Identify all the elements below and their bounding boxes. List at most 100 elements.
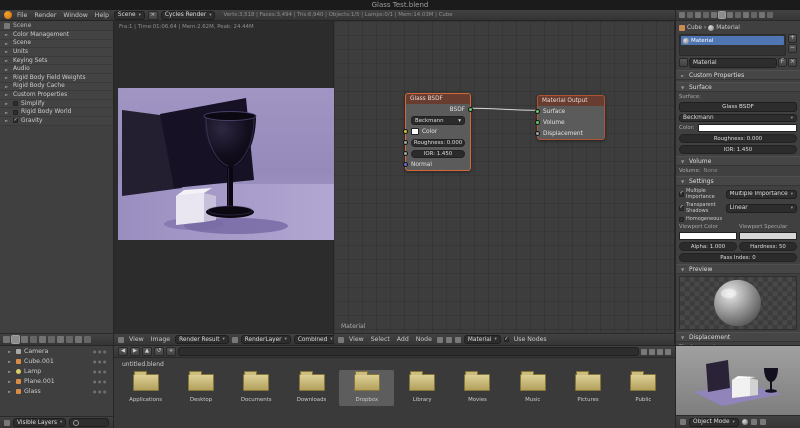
bsdf-output-socket[interactable]	[468, 107, 473, 112]
properties-tab-icon[interactable]	[39, 336, 46, 343]
menu-node[interactable]: Node	[414, 336, 434, 343]
panel-keying-sets[interactable]: ► Keying Sets	[0, 56, 113, 66]
color-swatch[interactable]	[411, 128, 419, 135]
properties-tab-icon[interactable]	[767, 12, 773, 18]
menu-view[interactable]: View	[127, 336, 146, 343]
volume-sampling-select[interactable]: Multiple Importance ▾	[725, 189, 797, 199]
material-output-node-header[interactable]: Material Output	[538, 96, 604, 106]
node-editor[interactable]: Glass BSDF BSDF Beckmann ▾ Color Roughnes…	[334, 21, 675, 345]
outliner-item-cube[interactable]: ► Cube.001 ●●●	[0, 356, 113, 366]
menu-add[interactable]: Add	[395, 336, 411, 343]
viewport-hardness-slider[interactable]: Hardness: 50	[739, 242, 797, 251]
pin-icon[interactable]	[231, 336, 238, 343]
visibility-toggles[interactable]: ●●●	[93, 379, 108, 384]
properties-tab-icon[interactable]	[30, 336, 37, 343]
pivot-center-icon[interactable]	[750, 419, 757, 425]
volume-interpolation-select[interactable]: Linear ▾	[725, 203, 797, 213]
menu-image[interactable]: Image	[149, 336, 172, 343]
multiple-importance-toggle[interactable]: ✓ Multiple Importance	[679, 188, 724, 200]
properties-tab-icon[interactable]	[735, 12, 741, 18]
panel-simplify[interactable]: ► Simplify	[0, 99, 113, 109]
visibility-toggles[interactable]: ●●●	[93, 389, 108, 394]
triangle-right-icon[interactable]: ►	[8, 389, 13, 394]
remove-slot-button[interactable]: −	[788, 44, 797, 53]
visibility-toggles[interactable]: ●●●	[93, 359, 108, 364]
settings-panel-header[interactable]: ▼ Settings	[676, 176, 800, 186]
properties-tab-material-icon[interactable]	[718, 11, 726, 19]
surface-shader-button[interactable]: Glass BSDF	[679, 102, 797, 112]
folder-item[interactable]: Public	[616, 370, 671, 406]
folder-item[interactable]: Pictures	[560, 370, 615, 406]
refresh-button[interactable]: ↺	[154, 347, 164, 356]
outliner-editor-icon[interactable]	[4, 419, 10, 426]
menu-window[interactable]: Window	[61, 12, 89, 19]
mini-3d-viewport[interactable]: Object Mode ▾	[675, 345, 800, 428]
properties-tab-icon[interactable]	[3, 336, 10, 343]
ior-slider[interactable]: IOR: 1.450	[411, 149, 465, 158]
outliner-item-camera[interactable]: ► Camera ●●●	[0, 346, 113, 356]
unlink-material-button[interactable]: ×	[788, 58, 797, 67]
glass-bsdf-node[interactable]: Glass BSDF BSDF Beckmann ▾ Color Roughnes…	[403, 93, 473, 171]
displacement-input-socket[interactable]	[535, 131, 540, 136]
thumbnail-display-icon[interactable]	[649, 348, 655, 355]
folder-item[interactable]: Downloads	[284, 370, 339, 406]
roughness-input-socket[interactable]	[403, 140, 408, 145]
browse-material-button[interactable]	[679, 58, 688, 67]
checkbox[interactable]	[679, 216, 684, 222]
properties-tab-icon[interactable]	[759, 12, 765, 18]
folder-item[interactable]: Applications	[118, 370, 173, 406]
outliner-item-plane[interactable]: ► Plane.001 ●●●	[0, 376, 113, 386]
properties-tab-icon[interactable]	[703, 12, 709, 18]
properties-tab-icon[interactable]	[84, 336, 91, 343]
folder-item[interactable]: Desktop	[173, 370, 228, 406]
menu-view[interactable]: View	[347, 336, 366, 343]
viewport-specular-swatch[interactable]	[739, 232, 797, 240]
properties-tab-icon[interactable]	[751, 12, 757, 18]
viewport-scene[interactable]	[676, 346, 800, 416]
manipulator-icon[interactable]	[759, 419, 766, 425]
material-slot-list[interactable]: Material	[679, 34, 786, 56]
outliner-item-glass[interactable]: ► Glass ●●●	[0, 386, 113, 396]
render-layer-selector[interactable]: RenderLayer ▾	[240, 335, 291, 344]
parent-dir-button[interactable]: ▲	[142, 347, 152, 356]
directory-path-input[interactable]	[178, 347, 639, 356]
material-output-node[interactable]: Material Output Surface Volume Displacem…	[535, 95, 605, 140]
properties-tab-icon[interactable]	[727, 12, 733, 18]
panel-color-management[interactable]: ► Color Management	[0, 31, 113, 40]
visibility-toggles[interactable]: ●●●	[93, 369, 108, 374]
filter-files-icon[interactable]	[665, 348, 671, 355]
folder-item[interactable]: Documents	[229, 370, 284, 406]
node-editor-icon[interactable]	[338, 336, 344, 343]
properties-tab-icon[interactable]	[66, 336, 73, 343]
gravity-checkbox[interactable]: ✓	[13, 117, 18, 124]
sort-alpha-icon[interactable]	[657, 348, 663, 355]
simplify-checkbox[interactable]	[13, 101, 18, 107]
rigid-body-world-checkbox[interactable]	[13, 109, 18, 115]
properties-tab-icon[interactable]	[679, 12, 685, 18]
triangle-right-icon[interactable]: ►	[8, 369, 13, 374]
displacement-panel-header[interactable]: ▼ Displacement	[676, 332, 800, 342]
menu-help[interactable]: Help	[93, 12, 111, 19]
material-name-field[interactable]: Material	[689, 58, 777, 68]
shader-type-material-icon[interactable]	[436, 336, 443, 343]
homogeneous-toggle[interactable]: Homogeneous	[679, 216, 724, 222]
menu-file[interactable]: File	[15, 12, 29, 19]
menu-render[interactable]: Render	[32, 12, 58, 19]
properties-tab-icon[interactable]	[695, 12, 701, 18]
outliner-display-mode-select[interactable]: Visible Layers ▾	[13, 418, 67, 427]
properties-tab-icon[interactable]	[711, 12, 717, 18]
properties-tab-icon[interactable]	[687, 12, 693, 18]
fake-user-button[interactable]: F	[778, 58, 787, 67]
normal-input-socket[interactable]	[403, 162, 408, 167]
color-input-socket[interactable]	[403, 129, 408, 134]
viewport-alpha-slider[interactable]: Alpha: 1.000	[679, 242, 737, 251]
filename-field[interactable]: untitled.blend	[122, 361, 164, 368]
panel-custom-properties[interactable]: ► Custom Properties	[0, 91, 113, 100]
render-pass-selector[interactable]: Combined ▾	[293, 335, 337, 344]
triangle-right-icon[interactable]: ►	[8, 349, 13, 354]
engine-selector[interactable]: Cycles Render ▾	[160, 10, 216, 20]
custom-properties-panel-header[interactable]: ► Custom Properties	[676, 70, 800, 80]
surface-roughness-slider[interactable]: Roughness: 0.000	[679, 134, 797, 143]
add-slot-button[interactable]: +	[788, 34, 797, 43]
properties-tab-icon[interactable]	[57, 336, 64, 343]
